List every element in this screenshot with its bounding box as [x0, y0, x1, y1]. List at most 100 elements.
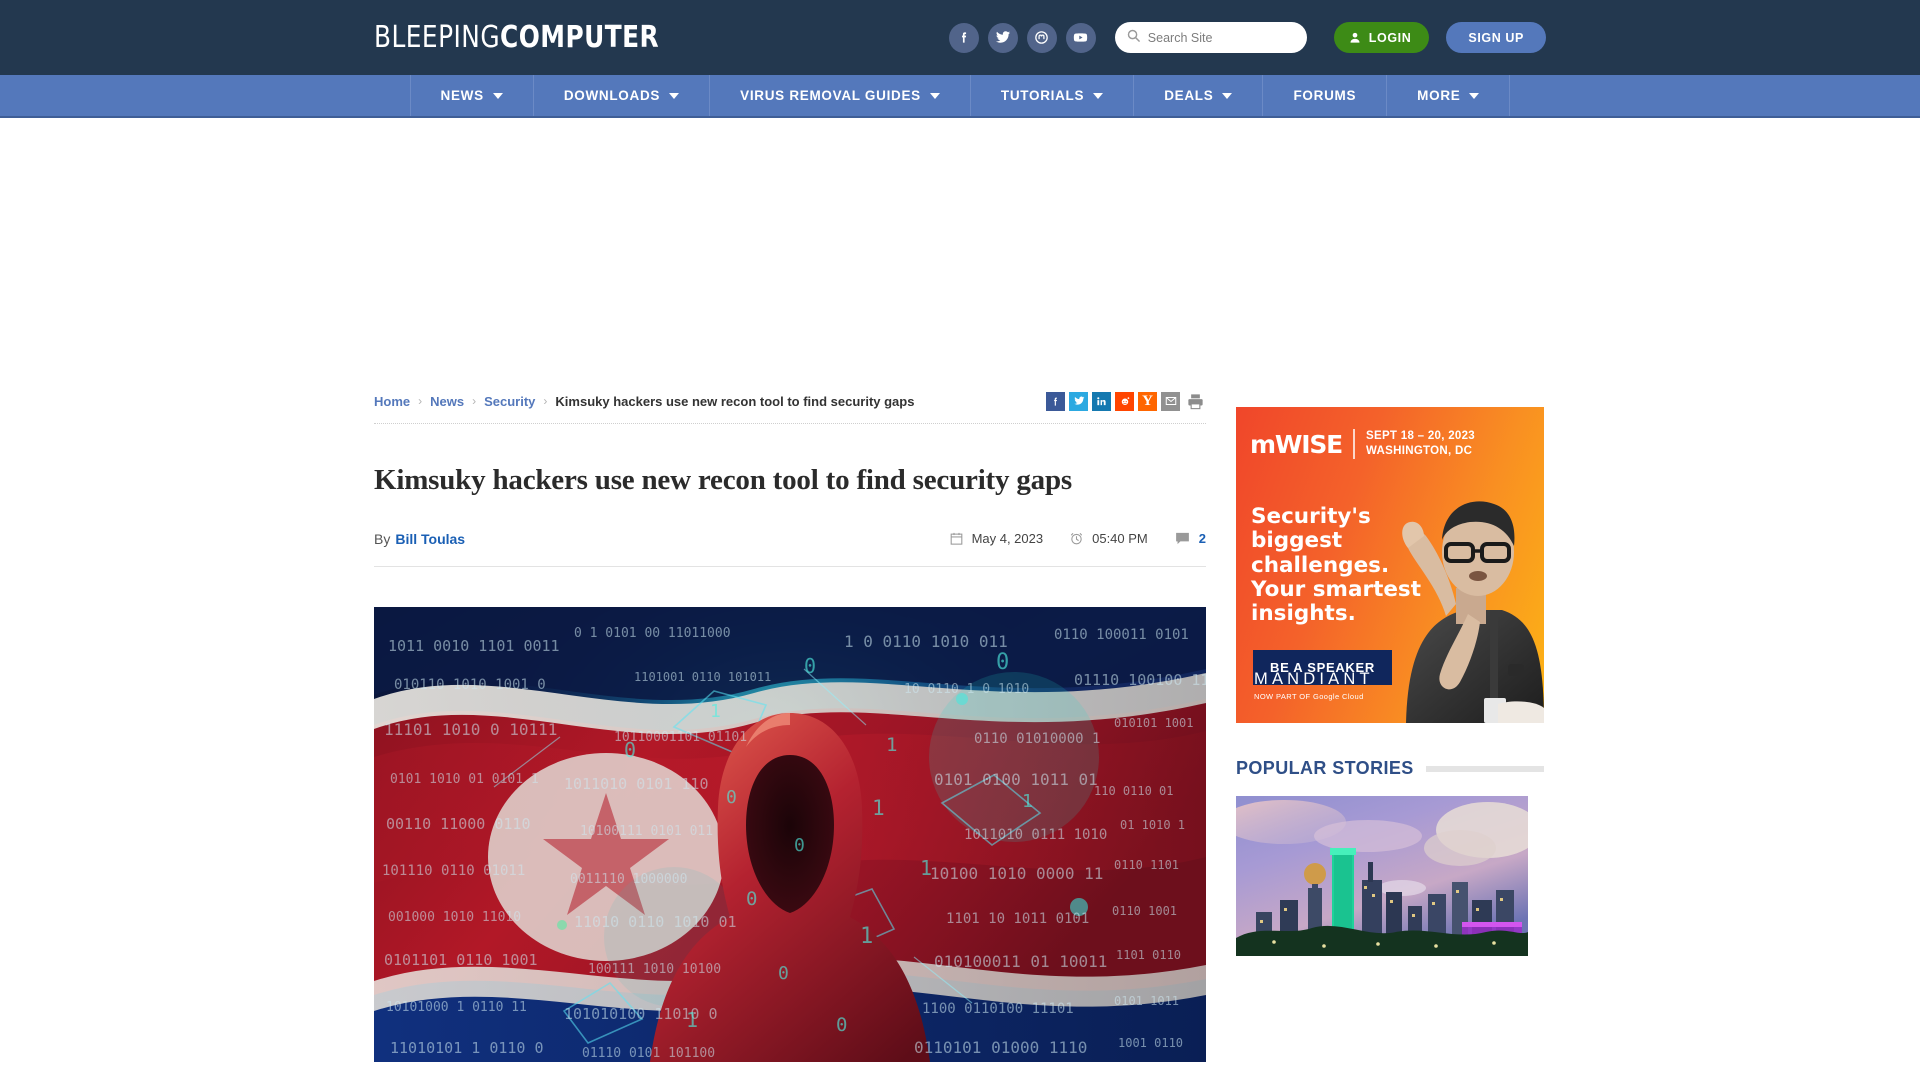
ad-divider [1353, 429, 1356, 460]
svg-text:0101 1010 01 0101 1: 0101 1010 01 0101 1 [390, 772, 539, 787]
svg-text:1101001 0110 101011: 1101001 0110 101011 [634, 670, 771, 684]
search-box[interactable] [1114, 22, 1307, 53]
page-body: Home › News › Security › Kimsuky hackers… [374, 383, 1546, 1062]
svg-text:010101 1001: 010101 1001 [1114, 716, 1193, 730]
chevron-down-icon [1093, 92, 1104, 99]
mastodon-icon[interactable] [1026, 22, 1057, 53]
share-bar: Y [1046, 391, 1206, 411]
comment-count: 2 [1198, 531, 1206, 546]
nav-item-more[interactable]: MORE [1387, 75, 1511, 116]
nav-item-virus-removal-guides[interactable]: VIRUS REMOVAL GUIDES [710, 75, 971, 116]
share-twitter-icon[interactable] [1069, 391, 1088, 411]
nav-item-forums[interactable]: FORUMS [1263, 75, 1388, 116]
ad-sponsor-subtitle: NOW PART OF Google Cloud [1254, 692, 1364, 701]
share-print-icon[interactable] [1184, 392, 1206, 411]
svg-text:0: 0 [746, 888, 757, 910]
header-actions: LOGIN SIGN UP [948, 22, 1546, 53]
publish-date-text: May 4, 2023 [971, 531, 1044, 546]
nav-item-downloads[interactable]: DOWNLOADS [534, 75, 711, 116]
leaderboard-ad-slot [0, 118, 1920, 383]
ad-headline-line2: challenges. [1251, 552, 1390, 578]
share-linkedin-icon[interactable] [1092, 391, 1111, 411]
hero-illustration: 1011 0010 1101 0011 0 1 0101 00 11011000… [374, 607, 1206, 1062]
comment-count-group[interactable]: 2 [1174, 530, 1206, 547]
popular-story-thumbnail[interactable] [1236, 796, 1528, 956]
breadcrumb: Home › News › Security › Kimsuky hackers… [374, 394, 914, 409]
svg-text:0110 1001: 0110 1001 [1112, 904, 1177, 918]
search-input[interactable] [1147, 30, 1297, 45]
clock-icon [1071, 533, 1083, 545]
search-icon [1126, 28, 1141, 48]
article-meta: May 4, 2023 05:40 PM 2 [949, 530, 1206, 547]
svg-text:1101 0110: 1101 0110 [1116, 948, 1181, 962]
login-button[interactable]: LOGIN [1333, 22, 1430, 53]
nav-item-label: VIRUS REMOVAL GUIDES [740, 88, 921, 103]
nav-item-news[interactable]: NEWS [409, 75, 534, 116]
share-hackernews-icon[interactable]: Y [1138, 391, 1157, 411]
svg-text:1: 1 [920, 856, 932, 880]
signup-button[interactable]: SIGN UP [1446, 22, 1546, 53]
nav-item-label: TUTORIALS [1000, 88, 1085, 103]
svg-text:0: 0 [794, 835, 805, 856]
svg-text:01110 0101 101100: 01110 0101 101100 [582, 1046, 715, 1061]
twitter-icon[interactable] [987, 22, 1018, 53]
logo-text-light: BLEEPING [374, 20, 501, 55]
svg-text:11010101 1 0110 0: 11010101 1 0110 0 [390, 1039, 544, 1057]
chevron-down-icon [669, 92, 680, 99]
facebook-icon[interactable] [948, 22, 979, 53]
breadcrumb-security[interactable]: Security [484, 394, 535, 409]
ad-sponsor: MANDIANT NOW PART OF Google Cloud [1254, 670, 1374, 701]
signup-label: SIGN UP [1468, 30, 1524, 45]
sidebar: mWISE SEPT 18 – 20, 2023 WASHINGTON, DC … [1236, 383, 1544, 1062]
share-email-icon[interactable] [1161, 391, 1180, 411]
svg-text:0: 0 [836, 1014, 847, 1036]
svg-text:1100 0110100 11101: 1100 0110100 11101 [922, 1001, 1074, 1017]
nav-item-tutorials[interactable]: TUTORIALS [971, 75, 1135, 116]
svg-text:1: 1 [1022, 791, 1033, 812]
popular-stories-header: POPULAR STORIES [1236, 758, 1544, 779]
svg-text:0 1 0101 00 11011000: 0 1 0101 00 11011000 [574, 626, 731, 641]
svg-text:0: 0 [624, 738, 636, 762]
share-reddit-icon[interactable] [1115, 391, 1134, 411]
svg-text:1011 0010 1101 0011: 1011 0010 1101 0011 [388, 637, 560, 655]
svg-text:10101000 1 0110 11: 10101000 1 0110 11 [386, 1000, 527, 1015]
youtube-icon[interactable] [1065, 22, 1096, 53]
svg-text:001000 1010 11010: 001000 1010 11010 [388, 910, 521, 925]
svg-text:1 0 0110 1010 011: 1 0 0110 1010 011 [844, 632, 1008, 651]
ad-event-date: SEPT 18 – 20, 2023 WASHINGTON, DC [1366, 429, 1475, 459]
chevron-down-icon [1469, 92, 1480, 99]
nav-item-deals[interactable]: DEALS [1134, 75, 1264, 116]
by-prefix: By [374, 530, 391, 547]
hn-letter: Y [1142, 392, 1153, 409]
site-logo[interactable]: BLEEPINGCOMPUTER [374, 20, 659, 55]
svg-text:1: 1 [860, 924, 873, 949]
svg-text:01110 100100 11: 01110 100100 11 [1074, 671, 1206, 689]
popular-stories-title: POPULAR STORIES [1236, 758, 1414, 778]
breadcrumb-home[interactable]: Home [374, 394, 410, 409]
ad-headline-line4: insights. [1251, 601, 1356, 627]
breadcrumb-separator-icon: › [418, 394, 423, 408]
site-header: BLEEPINGCOMPUTER L [0, 0, 1920, 75]
breadcrumb-news[interactable]: News [430, 394, 464, 409]
svg-text:1: 1 [686, 1008, 698, 1032]
svg-text:10 0110 1 0 1010: 10 0110 1 0 1010 [904, 682, 1029, 697]
ad-logo-group: mWISE SEPT 18 – 20, 2023 WASHINGTON, DC [1250, 429, 1475, 460]
breadcrumb-row: Home › News › Security › Kimsuky hackers… [374, 383, 1206, 419]
svg-text:00110 11000 0110: 00110 11000 0110 [386, 815, 531, 833]
sidebar-advertisement[interactable]: mWISE SEPT 18 – 20, 2023 WASHINGTON, DC … [1236, 407, 1544, 723]
svg-text:0: 0 [996, 650, 1009, 675]
breadcrumb-divider [374, 423, 1206, 424]
article-hero-image: 1011 0010 1101 0011 0 1 0101 00 11011000… [374, 607, 1206, 1062]
svg-text:0: 0 [804, 654, 816, 678]
ad-headline-line1: Security's biggest [1251, 504, 1371, 554]
svg-text:0: 0 [726, 787, 737, 808]
svg-text:0110101 01000 1110: 0110101 01000 1110 [914, 1038, 1087, 1057]
nav-item-label: NEWS [440, 88, 484, 103]
share-facebook-icon[interactable] [1046, 391, 1065, 411]
svg-text:1001 0110: 1001 0110 [1118, 1036, 1183, 1050]
ad-person-photo [1402, 501, 1544, 723]
svg-text:0110 100011 0101: 0110 100011 0101 [1054, 627, 1189, 643]
article-byline: By Bill Toulas May 4, 2023 05:40 PM 2 [374, 530, 1206, 567]
author-link[interactable]: Bill Toulas [395, 531, 465, 547]
calendar-icon [950, 532, 962, 545]
